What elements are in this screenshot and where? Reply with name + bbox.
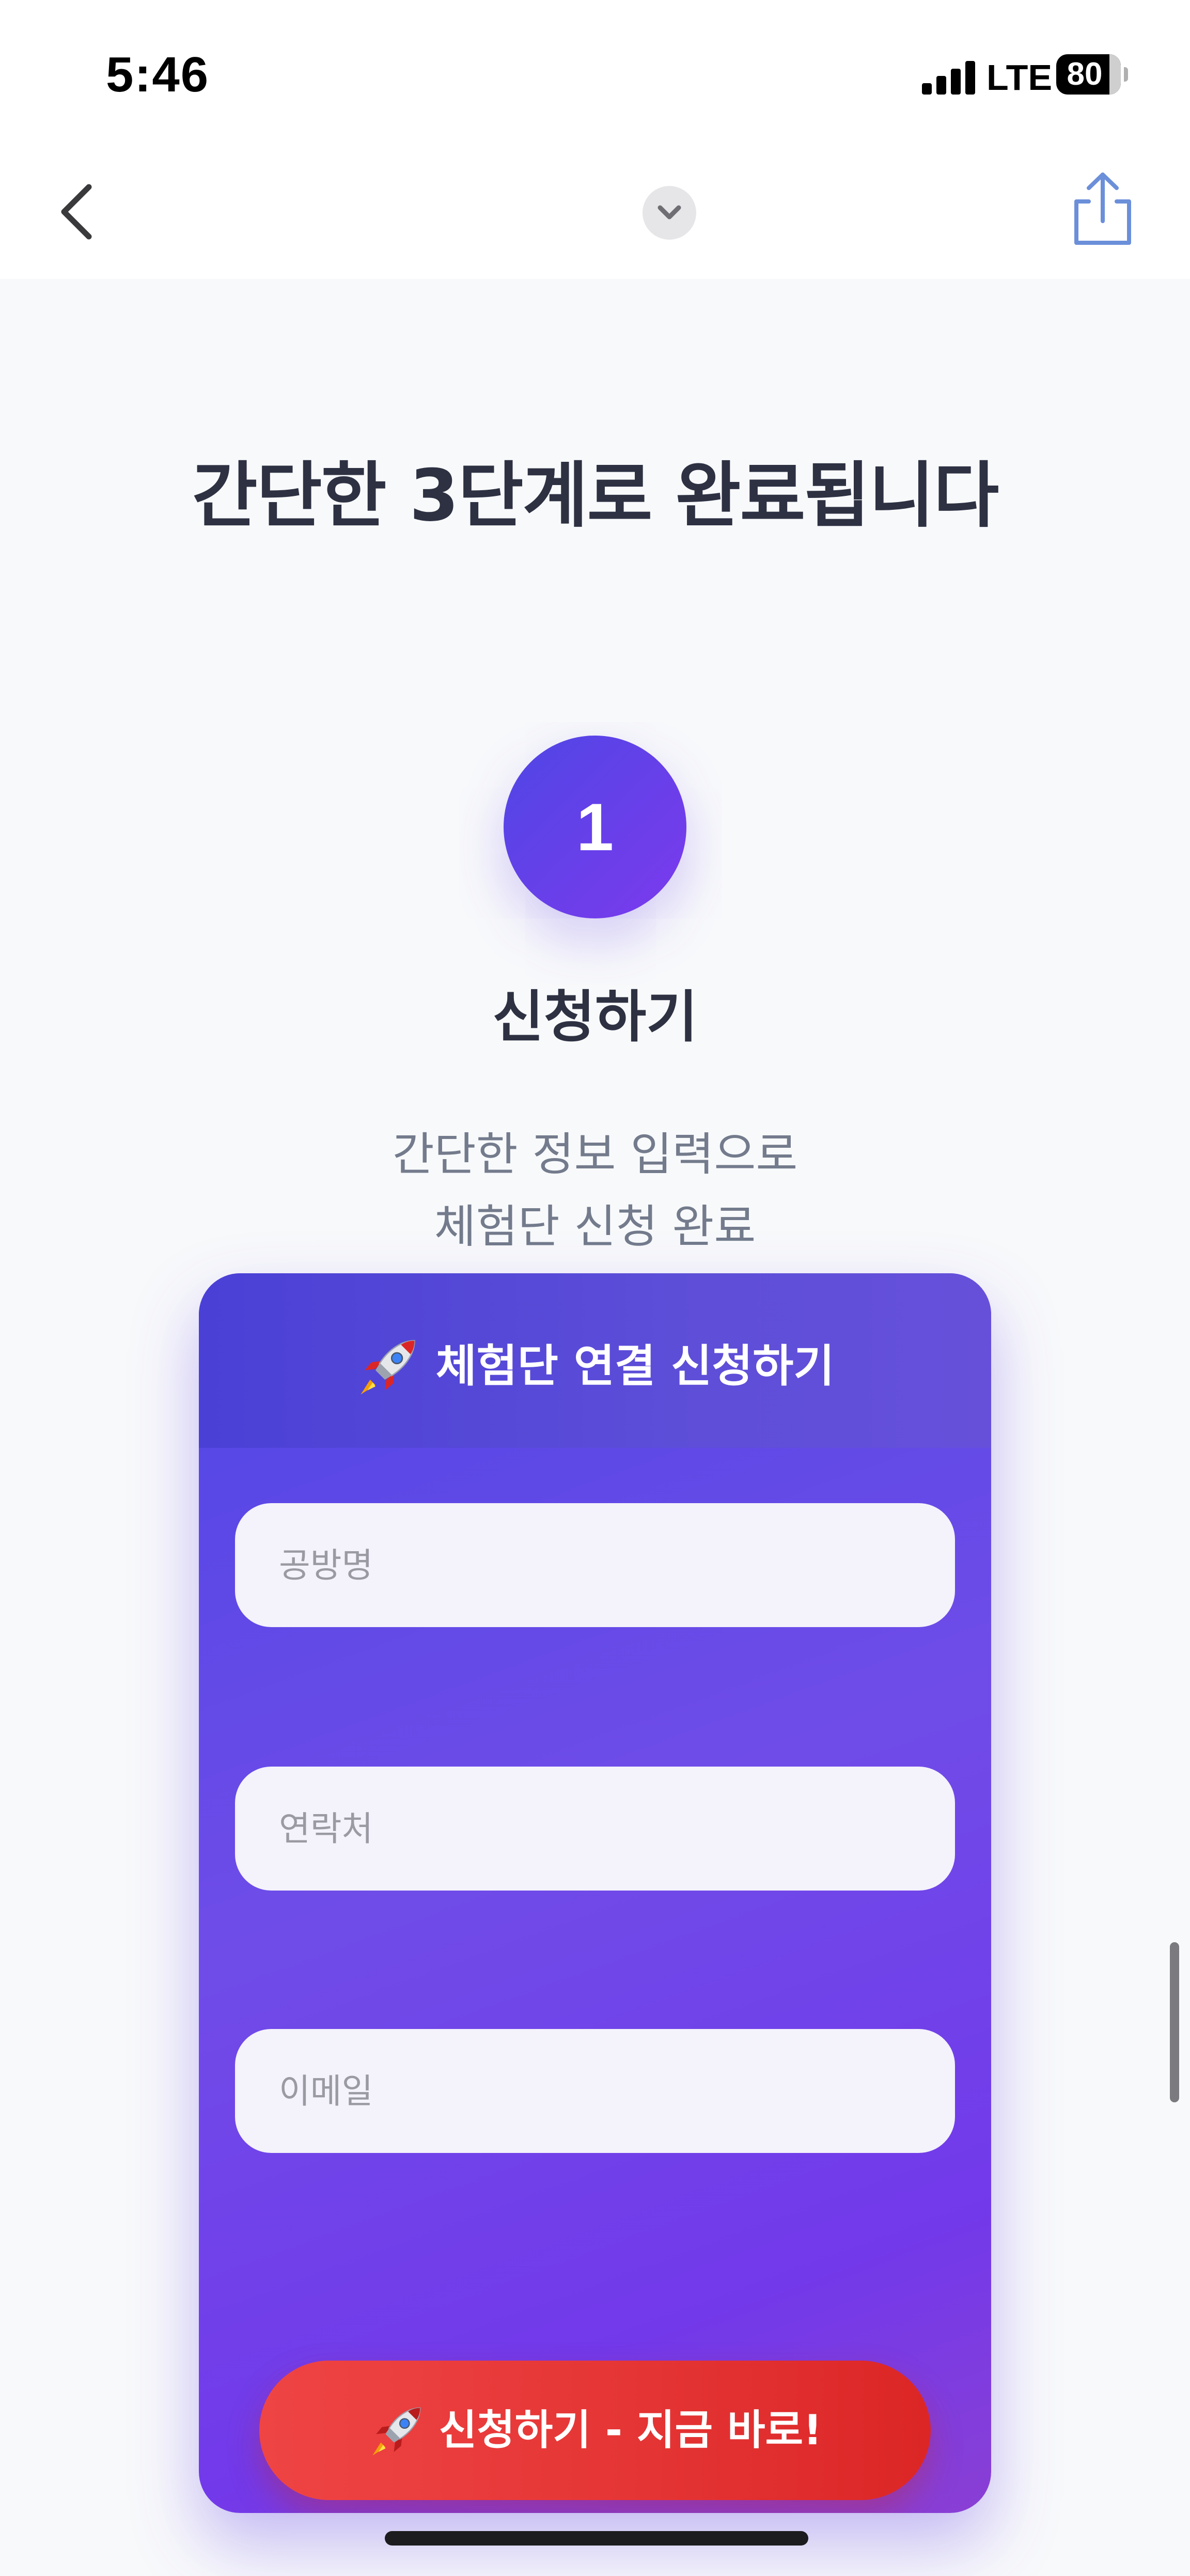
battery-cap	[1124, 67, 1128, 82]
submit-button[interactable]: 신청하기 - 지금 바로!	[259, 2361, 931, 2500]
step-description: 간단한 정보 입력으로 체험단 신청 완료	[0, 1118, 1190, 1263]
rocket-icon	[361, 1340, 416, 1395]
step-number: 1	[576, 789, 614, 865]
nav-bar	[0, 155, 1190, 279]
form-header-title: 체험단 연결 신청하기	[435, 1340, 835, 1392]
contact-field[interactable]	[235, 1767, 955, 1891]
workshop-name-field[interactable]	[235, 1503, 955, 1627]
email-field[interactable]	[235, 2029, 955, 2153]
battery-icon: 80	[1056, 54, 1121, 95]
share-icon	[1074, 173, 1131, 245]
collapse-button[interactable]	[643, 186, 696, 240]
rocket-icon	[372, 2407, 421, 2456]
step-number-badge: 1	[504, 736, 686, 918]
status-time: 5:46	[106, 47, 210, 102]
step-description-line: 체험단 신청 완료	[434, 1200, 756, 1253]
network-type: LTE	[987, 57, 1053, 98]
home-indicator[interactable]	[385, 2531, 808, 2546]
scrollbar-thumb[interactable]	[1170, 1942, 1179, 2102]
main-content: 간단한 3단계로 완료됩니다 1 신청하기 간단한 정보 입력으로 체험단 신청…	[0, 279, 1190, 2576]
chevron-down-icon	[657, 205, 681, 220]
application-form: 체험단 연결 신청하기 신청하기 - 지금 바로!	[199, 1273, 991, 2513]
status-bar: 5:46 LTE 80	[0, 0, 1190, 155]
chevron-left-icon	[61, 184, 92, 240]
step-title: 신청하기	[492, 985, 698, 1050]
step-description-line: 간단한 정보 입력으로	[392, 1128, 798, 1181]
signal-icon	[922, 61, 976, 95]
submit-label: 신청하기 - 지금 바로!	[439, 2406, 822, 2454]
back-button[interactable]	[52, 181, 103, 243]
share-button[interactable]	[1064, 165, 1141, 253]
section-title: 간단한 3단계로 완료됩니다	[192, 454, 999, 537]
battery-level: 80	[1067, 56, 1103, 92]
form-header: 체험단 연결 신청하기	[199, 1273, 991, 1448]
